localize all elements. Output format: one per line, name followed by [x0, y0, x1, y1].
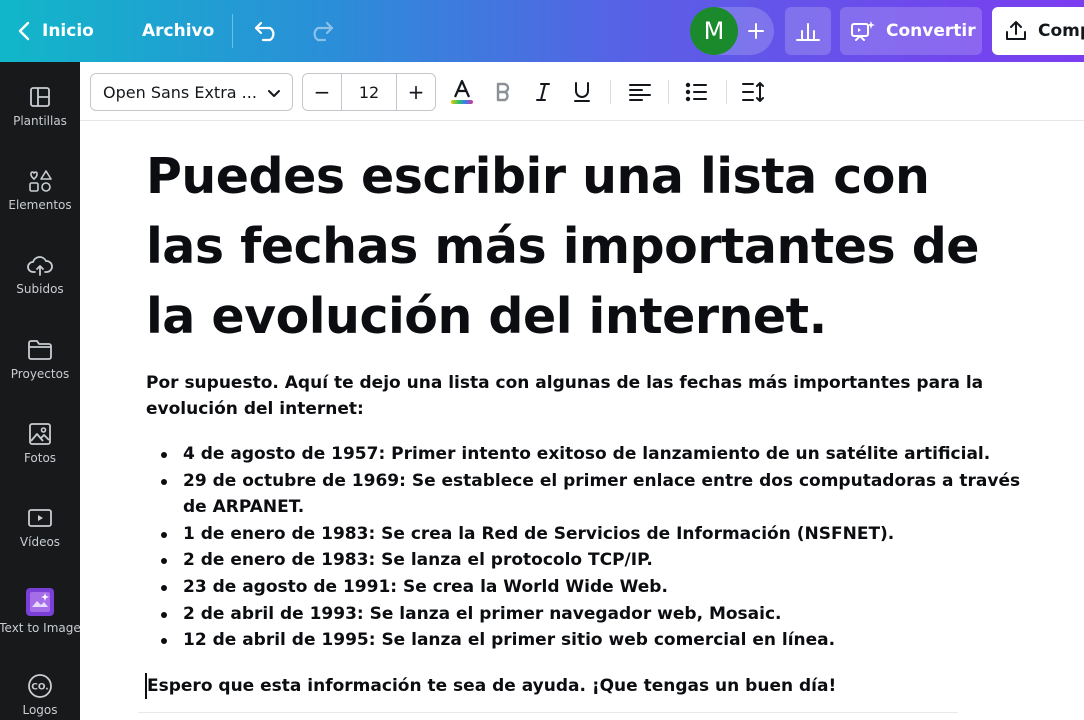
top-bar: Inicio Archivo M Convertir Comp [0, 0, 1084, 62]
add-collaborator-button[interactable] [742, 17, 770, 45]
list-item[interactable]: 1 de enero de 1983: Se crea la Red de Se… [161, 521, 1046, 548]
toolbar-divider [610, 80, 611, 104]
sidebar-item-projects[interactable]: Proyectos [0, 337, 80, 407]
upload-cloud-icon [27, 252, 53, 278]
sidebar-item-elements[interactable]: Elementos [0, 168, 80, 238]
collaborators-group: M [690, 7, 774, 55]
sidebar-item-logos[interactable]: CO. Logos [0, 673, 80, 720]
chevron-down-icon [268, 90, 280, 97]
sidebar-item-videos[interactable]: Vídeos [0, 505, 80, 575]
elements-icon [27, 168, 53, 194]
redo-button[interactable] [308, 0, 334, 62]
logo-co-icon: CO. [27, 673, 53, 699]
file-menu-button[interactable]: Archivo [142, 0, 214, 62]
video-icon [27, 505, 53, 531]
bulleted-list-icon [685, 82, 707, 102]
insights-button[interactable] [785, 7, 831, 55]
text-to-image-icon [25, 587, 55, 617]
convert-button[interactable]: Convertir [840, 7, 982, 55]
redo-icon [313, 21, 334, 42]
magic-present-icon [851, 21, 875, 41]
italic-button[interactable] [525, 73, 561, 111]
line-spacing-icon [742, 82, 764, 102]
svg-text:CO.: CO. [31, 683, 48, 693]
increase-font-size-button[interactable]: + [397, 74, 435, 110]
templates-icon [27, 84, 53, 110]
font-family-value: Open Sans Extra ... [103, 82, 257, 102]
undo-icon [254, 21, 275, 42]
plus-icon [748, 23, 764, 39]
sidebar-item-label: Text to Image [0, 621, 81, 635]
align-button[interactable] [622, 73, 658, 111]
list-item[interactable]: 29 de octubre de 1969: Se establece el p… [161, 468, 1046, 521]
toolbar-divider [668, 80, 669, 104]
document-heading[interactable]: Puedes escribir una lista con las fechas… [146, 142, 986, 352]
dates-list: 4 de agosto de 1957: Primer intento exit… [146, 441, 1046, 654]
undo-button[interactable] [254, 0, 280, 62]
folder-icon [27, 337, 53, 363]
text-format-toolbar: Open Sans Extra ... − 12 + [80, 62, 1084, 121]
list-item[interactable]: 23 de agosto de 1991: Se crea la World W… [161, 574, 1046, 601]
sidebar-item-label: Subidos [16, 282, 64, 296]
sidebar-item-label: Plantillas [13, 114, 67, 128]
font-size-input[interactable]: 12 [341, 74, 397, 110]
underline-icon [574, 82, 590, 102]
closing-paragraph[interactable]: Espero que esta información te sea de ay… [145, 672, 1046, 699]
file-menu-label: Archivo [142, 21, 215, 41]
sidebar-item-label: Proyectos [10, 367, 70, 381]
sidebar-item-photos[interactable]: Fotos [0, 421, 80, 491]
image-icon [27, 421, 53, 447]
document-page[interactable]: Puedes escribir una lista con las fechas… [145, 142, 1046, 699]
bar-chart-icon [796, 23, 820, 41]
underline-button[interactable] [564, 73, 600, 111]
sidebar-item-templates[interactable]: Plantillas [0, 84, 80, 154]
decrease-font-size-button[interactable]: − [303, 74, 341, 110]
sidebar-item-text-to-image[interactable]: Text to Image [0, 587, 81, 657]
bold-button[interactable] [485, 73, 521, 111]
share-upload-icon [1006, 21, 1026, 40]
sidebar-item-uploads[interactable]: Subidos [0, 252, 80, 322]
list-item[interactable]: 2 de enero de 1983: Se lanza el protocol… [161, 547, 1046, 574]
sidebar-item-label: Vídeos [19, 535, 61, 549]
list-item[interactable]: 2 de abril de 1993: Se lanza el primer n… [161, 601, 1046, 628]
sidebar-item-label: Logos [22, 703, 58, 717]
share-button[interactable]: Comp [992, 7, 1084, 55]
intro-paragraph[interactable]: Por supuesto. Aquí te dejo una lista con… [146, 370, 1026, 422]
bold-icon [496, 82, 510, 102]
font-family-dropdown[interactable]: Open Sans Extra ... [90, 73, 293, 111]
toolbar-divider [726, 80, 727, 104]
text-color-button[interactable] [444, 73, 480, 111]
align-left-icon [629, 84, 651, 101]
convert-label: Convertir [886, 21, 976, 41]
text-color-icon [451, 79, 473, 104]
font-size-stepper: − 12 + [302, 73, 436, 111]
home-label: Inicio [42, 21, 94, 41]
spacing-button[interactable] [736, 73, 772, 111]
list-button[interactable] [678, 73, 714, 111]
page-bottom-edge [138, 712, 958, 720]
list-item[interactable]: 4 de agosto de 1957: Primer intento exit… [161, 441, 1046, 468]
sidebar-item-label: Elementos [8, 198, 72, 212]
topbar-divider [232, 14, 233, 48]
side-panel: Plantillas Elementos Subidos Proyectos F… [0, 62, 81, 720]
share-label: Comp [1038, 21, 1084, 41]
home-button[interactable]: Inicio [18, 0, 94, 62]
italic-icon [536, 83, 550, 101]
avatar[interactable]: M [690, 7, 738, 55]
chevron-left-icon [18, 21, 30, 41]
list-item[interactable]: 12 de abril de 1995: Se lanza el primer … [161, 627, 1046, 654]
sidebar-item-label: Fotos [23, 451, 57, 465]
